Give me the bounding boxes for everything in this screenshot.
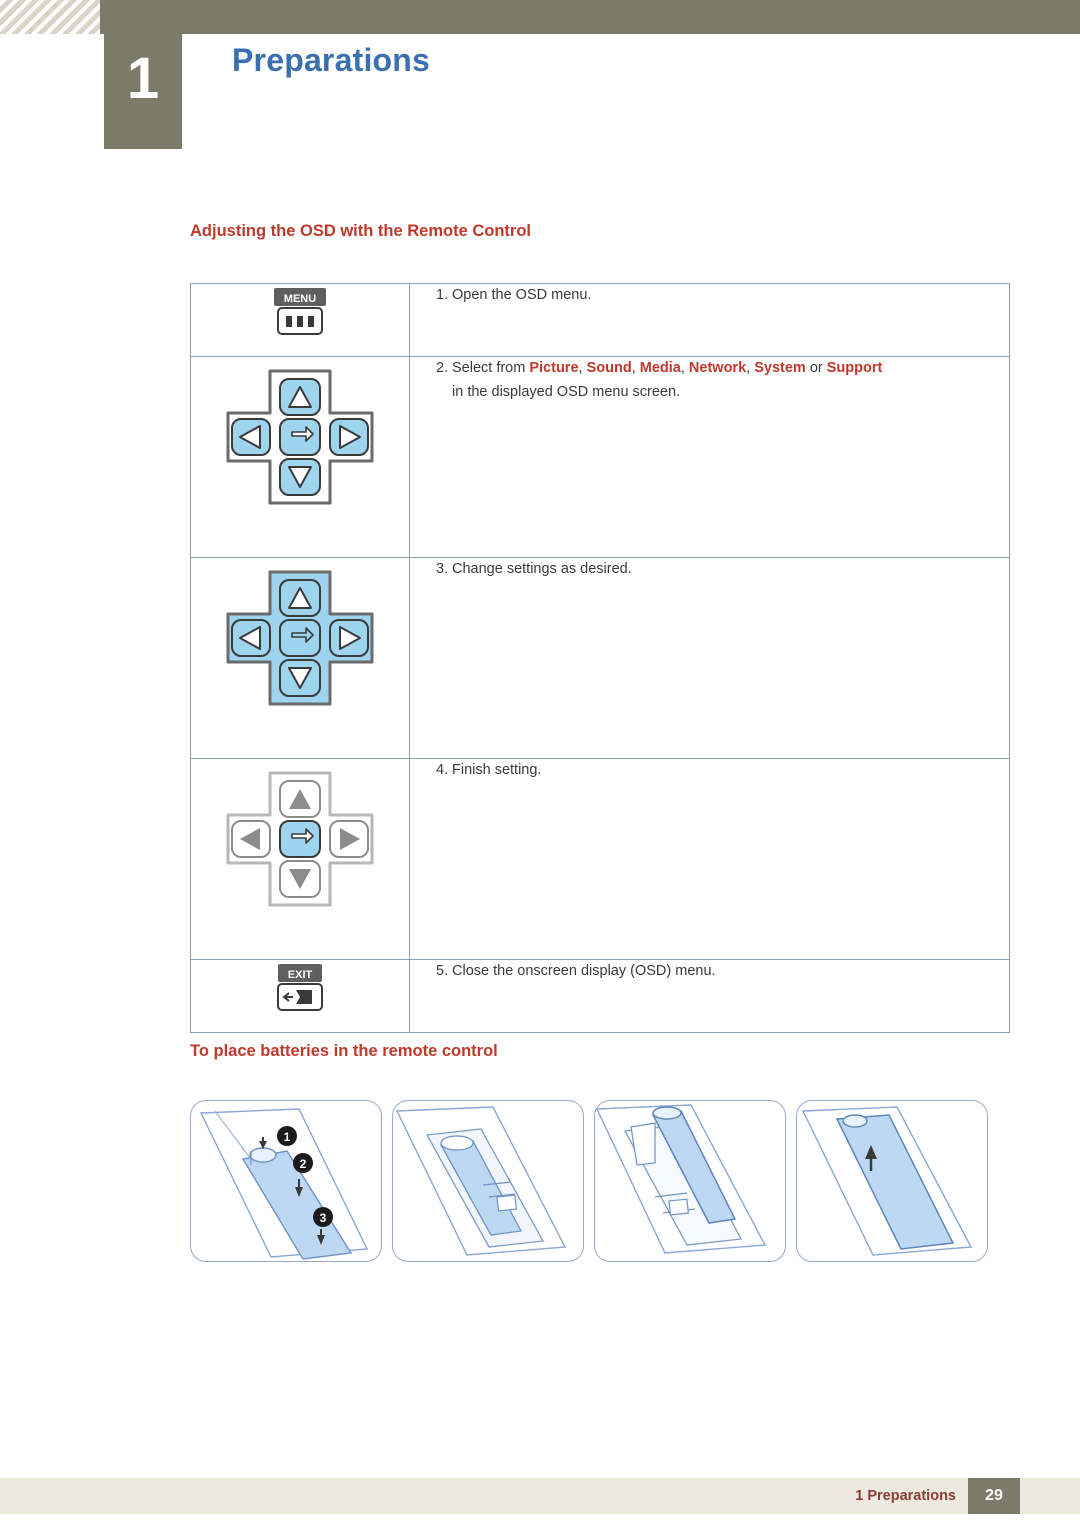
table-row: MENU 1. Open the OSD menu. xyxy=(190,283,1010,357)
battery-panel-1: 1 2 3 xyxy=(190,1100,382,1262)
step-5-text: Close the onscreen display (OSD) menu. xyxy=(452,963,716,979)
option-system: System xyxy=(754,360,806,376)
svg-text:1: 1 xyxy=(284,1130,291,1144)
remote-cover-closed-illustration xyxy=(801,1106,973,1256)
option-sound: Sound xyxy=(586,360,632,376)
step-2-text: Select from Picture, Sound, Media, Netwo… xyxy=(452,360,883,400)
menu-button-cell: MENU xyxy=(190,283,410,357)
footer-label: 1 Preparations xyxy=(855,1488,956,1504)
remote-batteries-inserted-illustration xyxy=(595,1104,767,1254)
svg-text:MENU: MENU xyxy=(284,293,316,305)
step-1-number: 1. xyxy=(436,287,449,303)
table-row: 2. Select from Picture, Sound, Media, Ne… xyxy=(190,356,1010,558)
svg-text:3: 3 xyxy=(320,1211,327,1225)
step-2-prefix: Select from xyxy=(452,360,530,376)
battery-panel-3 xyxy=(594,1100,786,1262)
option-network: Network xyxy=(688,360,747,376)
dpad-all-highlighted-cell xyxy=(190,557,410,759)
section-heading-batteries: To place batteries in the remote control xyxy=(190,1042,498,1060)
dpad-enter-icon xyxy=(200,759,400,919)
exit-button-cell: EXIT xyxy=(190,959,410,1033)
dpad-enter-cell xyxy=(190,758,410,960)
step-2-suffix: in the displayed OSD menu screen. xyxy=(452,383,681,400)
step-2-conjunction: or xyxy=(805,360,827,376)
step-4-text: Finish setting. xyxy=(452,762,542,778)
section-heading-osd: Adjusting the OSD with the Remote Contro… xyxy=(190,222,531,240)
step-1-cell: 1. Open the OSD menu. xyxy=(409,283,1010,357)
step-3-text: Change settings as desired. xyxy=(452,561,632,577)
svg-text:EXIT: EXIT xyxy=(288,969,313,981)
step-4-number: 4. xyxy=(436,762,449,778)
dpad-directions-icon xyxy=(200,357,400,517)
table-row: 3. Change settings as desired. xyxy=(190,557,1010,759)
step-4-cell: 4. Finish setting. xyxy=(409,758,1010,960)
option-support: Support xyxy=(826,360,883,376)
dpad-all-highlighted-icon xyxy=(200,558,400,718)
battery-panel-4 xyxy=(796,1100,988,1262)
step-3-cell: 3. Change settings as desired. xyxy=(409,557,1010,759)
osd-instruction-table: MENU 1. Open the OSD menu. 2. Select fro… xyxy=(190,283,1010,1033)
battery-illustration-row: 1 2 3 xyxy=(190,1100,1010,1262)
option-picture: Picture xyxy=(529,360,579,376)
step-2-cell: 2. Select from Picture, Sound, Media, Ne… xyxy=(409,356,1010,558)
remote-back-cover-open-illustration: 1 2 3 xyxy=(199,1108,369,1260)
step-5-number: 5. xyxy=(436,963,449,979)
step-1-text: Open the OSD menu. xyxy=(452,287,592,303)
footer-page-number: 29 xyxy=(968,1478,1020,1514)
option-media: Media xyxy=(639,360,681,376)
table-row: EXIT 5. Close the onscreen display (OSD)… xyxy=(190,959,1010,1033)
header-hatch-decoration xyxy=(0,0,100,34)
table-row: 4. Finish setting. xyxy=(190,758,1010,960)
exit-button-icon: EXIT xyxy=(277,964,323,1011)
step-3-number: 3. xyxy=(436,561,449,577)
chapter-number-box: 1 xyxy=(104,24,182,149)
remote-battery-compartment-illustration xyxy=(395,1106,567,1256)
battery-panel-2 xyxy=(392,1100,584,1262)
dpad-directions-cell xyxy=(190,356,410,558)
page-title: Preparations xyxy=(232,42,431,78)
svg-text:2: 2 xyxy=(300,1157,307,1171)
menu-button-icon: MENU xyxy=(274,288,326,335)
step-2-number: 2. xyxy=(436,360,449,376)
step-5-cell: 5. Close the onscreen display (OSD) menu… xyxy=(409,959,1010,1033)
